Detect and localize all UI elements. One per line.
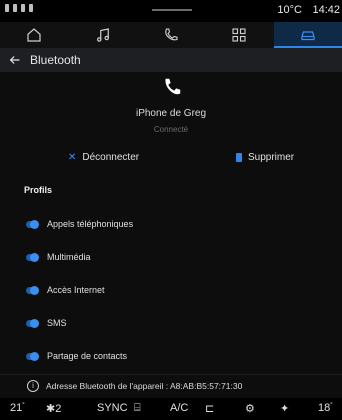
- toggle-icon[interactable]: [26, 285, 39, 295]
- profile-item-contacts[interactable]: Partage de contacts: [0, 342, 342, 370]
- seat-heat-level: 2: [55, 403, 62, 415]
- disconnect-button[interactable]: ✕ Déconnecter: [68, 152, 139, 163]
- climate-bar: 21° ✱2 SYNC ⌸ A/C ⊏ ⚙ ✦ 18°: [0, 398, 342, 420]
- apps-icon: [232, 28, 246, 42]
- passenger-seat-icon[interactable]: ✦: [280, 402, 289, 415]
- bluetooth-screen: 10°C 14:42 Bluetooth iPhone de Greg Conn…: [0, 0, 342, 420]
- delete-button[interactable]: Supprimer: [236, 152, 294, 163]
- passenger-temperature-value: 18: [318, 402, 331, 414]
- profile-label: SMS: [47, 318, 67, 328]
- seat-heat-control[interactable]: ✱2: [46, 402, 61, 415]
- profile-label: Multimédia: [47, 252, 91, 262]
- delete-label: Supprimer: [248, 152, 295, 163]
- nav-vehicle[interactable]: [273, 22, 342, 48]
- music-icon: [96, 28, 109, 42]
- profile-item-calls[interactable]: Appels téléphoniques: [0, 210, 342, 238]
- outside-temperature: 10°C: [277, 4, 302, 16]
- bluetooth-address: Adresse Bluetooth de l'appareil : A8:AB:…: [46, 381, 243, 391]
- driver-temperature[interactable]: 21°: [10, 402, 25, 414]
- profiles-title: Profils: [24, 185, 53, 195]
- info-icon: i: [27, 380, 39, 392]
- degree-symbol: °: [22, 402, 25, 409]
- passenger-temperature[interactable]: 18°: [318, 402, 333, 414]
- device-status: Connecté: [153, 125, 189, 134]
- toggle-icon[interactable]: [26, 318, 39, 328]
- back-arrow-icon[interactable]: [8, 53, 22, 67]
- wifi-icon: [29, 4, 33, 12]
- page-title: Bluetooth: [30, 53, 81, 67]
- main-navigation: [0, 22, 342, 48]
- status-icons: [5, 4, 33, 12]
- home-icon: [27, 28, 41, 42]
- status-center-indicator: [152, 9, 192, 11]
- bluetooth-address-info: i Adresse Bluetooth de l'appareil : A8:A…: [0, 374, 342, 397]
- battery-icon: [13, 4, 17, 12]
- nav-apps[interactable]: [205, 22, 273, 48]
- signal-icon: [21, 4, 25, 12]
- trash-icon: [236, 153, 242, 162]
- toggle-icon[interactable]: [26, 351, 39, 361]
- seat-heat-icon: ✱: [46, 403, 56, 415]
- page-header: Bluetooth: [0, 48, 342, 72]
- phone-icon: [165, 28, 178, 41]
- close-icon: ✕: [68, 152, 77, 163]
- rear-defrost-icon[interactable]: ⊏: [205, 402, 214, 415]
- nav-music[interactable]: [68, 22, 136, 48]
- profile-item-internet[interactable]: Accès Internet: [0, 276, 342, 304]
- device-info: iPhone de Greg Connecté: [0, 72, 342, 142]
- clock: 14:42: [312, 4, 340, 16]
- ac-button[interactable]: A/C: [170, 402, 188, 414]
- profile-item-sms[interactable]: SMS: [0, 309, 342, 337]
- driver-temperature-value: 21: [10, 402, 23, 414]
- profile-item-multimedia[interactable]: Multimédia: [0, 243, 342, 271]
- disconnect-label: Déconnecter: [82, 152, 140, 163]
- degree-symbol: °: [330, 402, 333, 409]
- fan-icon[interactable]: ⚙: [245, 402, 255, 415]
- toggle-icon[interactable]: [26, 219, 39, 229]
- device-actions: ✕ Déconnecter Supprimer: [0, 144, 342, 174]
- toggle-icon[interactable]: [26, 252, 39, 262]
- profile-label: Partage de contacts: [47, 351, 128, 361]
- car-icon: [301, 31, 315, 41]
- device-name: iPhone de Greg: [135, 108, 207, 119]
- phone-handset-icon: [165, 78, 181, 95]
- nav-home[interactable]: [0, 22, 68, 48]
- nav-phone[interactable]: [137, 22, 205, 48]
- sync-button[interactable]: SYNC: [97, 402, 128, 414]
- bluetooth-status-icon: [5, 4, 9, 12]
- status-bar: 10°C 14:42: [0, 0, 342, 22]
- profile-label: Appels téléphoniques: [47, 219, 134, 229]
- profile-label: Accès Internet: [47, 285, 105, 295]
- front-defrost-icon[interactable]: ⌸: [134, 402, 141, 415]
